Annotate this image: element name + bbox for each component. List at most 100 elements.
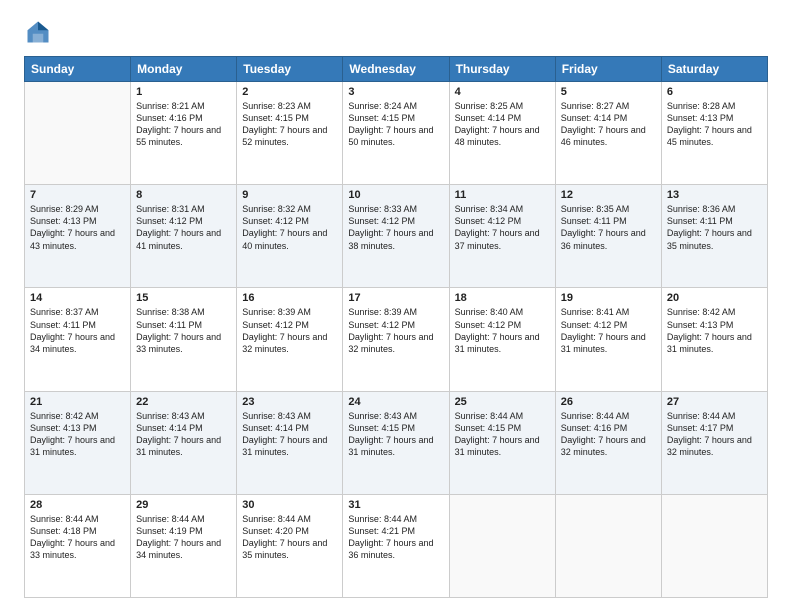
calendar-cell: 30 Sunrise: 8:44 AM Sunset: 4:20 PM Dayl… [237, 494, 343, 597]
calendar-cell: 29 Sunrise: 8:44 AM Sunset: 4:19 PM Dayl… [131, 494, 237, 597]
day-number: 5 [561, 86, 656, 98]
calendar-table: SundayMondayTuesdayWednesdayThursdayFrid… [24, 56, 768, 598]
daylight-hours: Daylight: 7 hours and 31 minutes. [136, 435, 221, 457]
daylight-hours: Daylight: 7 hours and 34 minutes. [136, 538, 221, 560]
sunrise-time: Sunrise: 8:36 AM [667, 204, 736, 214]
sunrise-time: Sunrise: 8:44 AM [667, 411, 736, 421]
day-number: 17 [348, 292, 443, 304]
day-number: 25 [455, 396, 550, 408]
weekday-header-sunday: Sunday [25, 57, 131, 82]
sunrise-time: Sunrise: 8:43 AM [136, 411, 205, 421]
daylight-hours: Daylight: 7 hours and 31 minutes. [455, 435, 540, 457]
calendar-cell: 16 Sunrise: 8:39 AM Sunset: 4:12 PM Dayl… [237, 288, 343, 391]
cell-info: Sunrise: 8:44 AM Sunset: 4:21 PM Dayligh… [348, 513, 443, 562]
sunset-time: Sunset: 4:12 PM [242, 216, 309, 226]
cell-info: Sunrise: 8:21 AM Sunset: 4:16 PM Dayligh… [136, 100, 231, 149]
day-number: 26 [561, 396, 656, 408]
daylight-hours: Daylight: 7 hours and 32 minutes. [667, 435, 752, 457]
day-number: 6 [667, 86, 762, 98]
calendar-cell: 6 Sunrise: 8:28 AM Sunset: 4:13 PM Dayli… [661, 82, 767, 185]
calendar-cell: 17 Sunrise: 8:39 AM Sunset: 4:12 PM Dayl… [343, 288, 449, 391]
cell-info: Sunrise: 8:44 AM Sunset: 4:19 PM Dayligh… [136, 513, 231, 562]
daylight-hours: Daylight: 7 hours and 35 minutes. [667, 228, 752, 250]
sunrise-time: Sunrise: 8:23 AM [242, 101, 311, 111]
day-number: 10 [348, 189, 443, 201]
sunset-time: Sunset: 4:12 PM [561, 320, 628, 330]
sunset-time: Sunset: 4:13 PM [30, 423, 97, 433]
sunrise-time: Sunrise: 8:37 AM [30, 307, 99, 317]
sunset-time: Sunset: 4:14 PM [136, 423, 203, 433]
cell-info: Sunrise: 8:43 AM Sunset: 4:14 PM Dayligh… [136, 410, 231, 459]
calendar-cell: 9 Sunrise: 8:32 AM Sunset: 4:12 PM Dayli… [237, 185, 343, 288]
sunrise-time: Sunrise: 8:25 AM [455, 101, 524, 111]
weekday-header-thursday: Thursday [449, 57, 555, 82]
sunset-time: Sunset: 4:17 PM [667, 423, 734, 433]
daylight-hours: Daylight: 7 hours and 32 minutes. [348, 332, 433, 354]
daylight-hours: Daylight: 7 hours and 37 minutes. [455, 228, 540, 250]
day-number: 2 [242, 86, 337, 98]
cell-info: Sunrise: 8:23 AM Sunset: 4:15 PM Dayligh… [242, 100, 337, 149]
cell-info: Sunrise: 8:44 AM Sunset: 4:16 PM Dayligh… [561, 410, 656, 459]
daylight-hours: Daylight: 7 hours and 41 minutes. [136, 228, 221, 250]
day-number: 30 [242, 499, 337, 511]
sunrise-time: Sunrise: 8:33 AM [348, 204, 417, 214]
weekday-header-row: SundayMondayTuesdayWednesdayThursdayFrid… [25, 57, 768, 82]
sunset-time: Sunset: 4:14 PM [242, 423, 309, 433]
cell-info: Sunrise: 8:44 AM Sunset: 4:18 PM Dayligh… [30, 513, 125, 562]
daylight-hours: Daylight: 7 hours and 36 minutes. [348, 538, 433, 560]
sunset-time: Sunset: 4:11 PM [136, 320, 202, 330]
cell-info: Sunrise: 8:44 AM Sunset: 4:20 PM Dayligh… [242, 513, 337, 562]
day-number: 15 [136, 292, 231, 304]
sunset-time: Sunset: 4:12 PM [455, 216, 522, 226]
calendar-cell: 21 Sunrise: 8:42 AM Sunset: 4:13 PM Dayl… [25, 391, 131, 494]
daylight-hours: Daylight: 7 hours and 31 minutes. [561, 332, 646, 354]
calendar-cell: 27 Sunrise: 8:44 AM Sunset: 4:17 PM Dayl… [661, 391, 767, 494]
day-number: 28 [30, 499, 125, 511]
cell-info: Sunrise: 8:32 AM Sunset: 4:12 PM Dayligh… [242, 203, 337, 252]
sunrise-time: Sunrise: 8:43 AM [242, 411, 311, 421]
day-number: 29 [136, 499, 231, 511]
sunset-time: Sunset: 4:12 PM [455, 320, 522, 330]
sunrise-time: Sunrise: 8:43 AM [348, 411, 417, 421]
cell-info: Sunrise: 8:42 AM Sunset: 4:13 PM Dayligh… [667, 306, 762, 355]
week-row-3: 21 Sunrise: 8:42 AM Sunset: 4:13 PM Dayl… [25, 391, 768, 494]
sunrise-time: Sunrise: 8:38 AM [136, 307, 205, 317]
day-number: 27 [667, 396, 762, 408]
daylight-hours: Daylight: 7 hours and 45 minutes. [667, 125, 752, 147]
calendar-cell [449, 494, 555, 597]
sunset-time: Sunset: 4:14 PM [561, 113, 628, 123]
sunset-time: Sunset: 4:14 PM [455, 113, 522, 123]
calendar-cell: 15 Sunrise: 8:38 AM Sunset: 4:11 PM Dayl… [131, 288, 237, 391]
day-number: 3 [348, 86, 443, 98]
page: SundayMondayTuesdayWednesdayThursdayFrid… [0, 0, 792, 612]
daylight-hours: Daylight: 7 hours and 48 minutes. [455, 125, 540, 147]
daylight-hours: Daylight: 7 hours and 34 minutes. [30, 332, 115, 354]
daylight-hours: Daylight: 7 hours and 33 minutes. [136, 332, 221, 354]
sunrise-time: Sunrise: 8:44 AM [242, 514, 311, 524]
sunset-time: Sunset: 4:21 PM [348, 526, 415, 536]
sunset-time: Sunset: 4:12 PM [242, 320, 309, 330]
calendar-cell [661, 494, 767, 597]
cell-info: Sunrise: 8:34 AM Sunset: 4:12 PM Dayligh… [455, 203, 550, 252]
cell-info: Sunrise: 8:39 AM Sunset: 4:12 PM Dayligh… [348, 306, 443, 355]
sunset-time: Sunset: 4:12 PM [136, 216, 203, 226]
sunrise-time: Sunrise: 8:44 AM [561, 411, 630, 421]
cell-info: Sunrise: 8:36 AM Sunset: 4:11 PM Dayligh… [667, 203, 762, 252]
sunset-time: Sunset: 4:11 PM [561, 216, 627, 226]
sunrise-time: Sunrise: 8:29 AM [30, 204, 99, 214]
daylight-hours: Daylight: 7 hours and 43 minutes. [30, 228, 115, 250]
calendar-cell: 4 Sunrise: 8:25 AM Sunset: 4:14 PM Dayli… [449, 82, 555, 185]
sunset-time: Sunset: 4:20 PM [242, 526, 309, 536]
sunrise-time: Sunrise: 8:44 AM [136, 514, 205, 524]
cell-info: Sunrise: 8:40 AM Sunset: 4:12 PM Dayligh… [455, 306, 550, 355]
calendar-cell: 26 Sunrise: 8:44 AM Sunset: 4:16 PM Dayl… [555, 391, 661, 494]
sunrise-time: Sunrise: 8:39 AM [242, 307, 311, 317]
week-row-4: 28 Sunrise: 8:44 AM Sunset: 4:18 PM Dayl… [25, 494, 768, 597]
cell-info: Sunrise: 8:37 AM Sunset: 4:11 PM Dayligh… [30, 306, 125, 355]
sunrise-time: Sunrise: 8:44 AM [455, 411, 524, 421]
calendar-cell: 31 Sunrise: 8:44 AM Sunset: 4:21 PM Dayl… [343, 494, 449, 597]
weekday-header-friday: Friday [555, 57, 661, 82]
sunset-time: Sunset: 4:12 PM [348, 216, 415, 226]
day-number: 7 [30, 189, 125, 201]
cell-info: Sunrise: 8:28 AM Sunset: 4:13 PM Dayligh… [667, 100, 762, 149]
